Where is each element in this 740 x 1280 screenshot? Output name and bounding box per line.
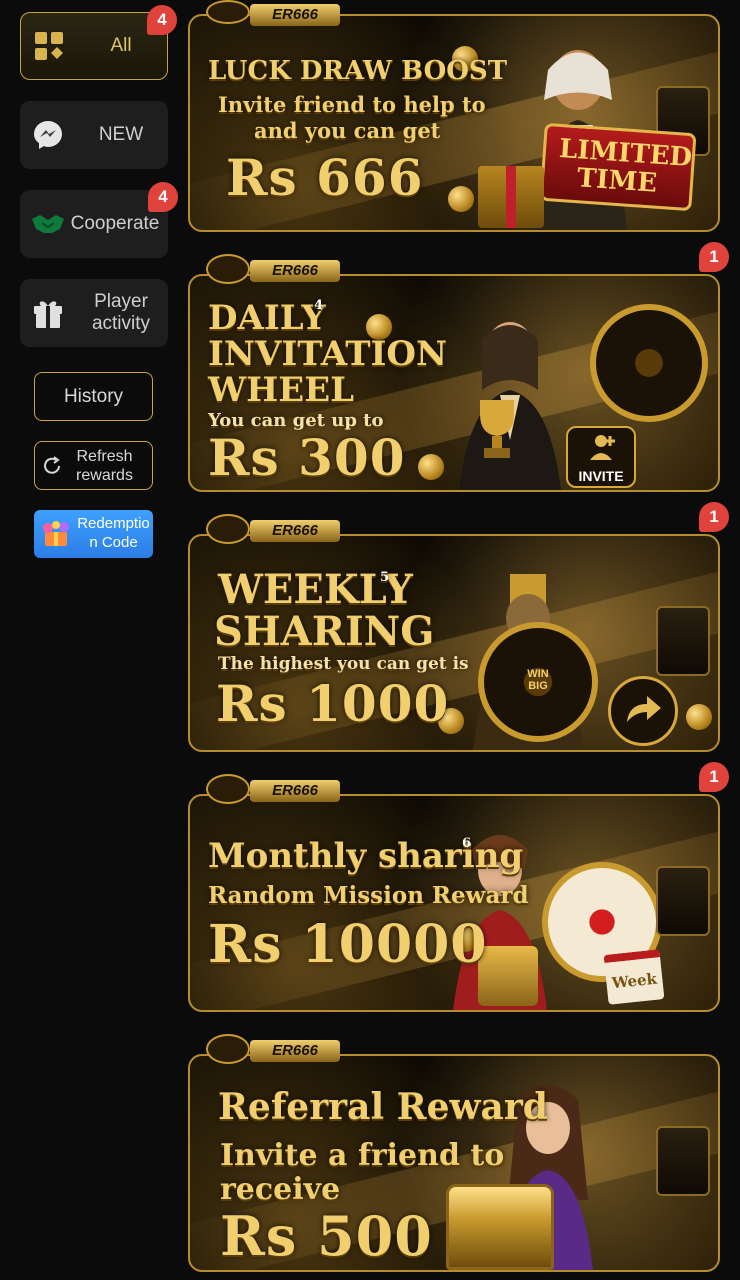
redemption-code-label: Redemption Code [77,515,150,551]
slot-machine-icon [656,866,710,936]
share-arrow-button[interactable] [608,676,678,746]
banner-monthly-sharing[interactable]: Week Monthly sharing 6 Random Mission Re… [188,794,720,1012]
banner-line: The highest you can get is [218,654,469,674]
banner-luck-draw-boost[interactable]: LIMITED TIME LUCK DRAW BOOST Invite frie… [188,14,720,232]
redemption-code-button[interactable]: Redemption Code [34,510,153,558]
banner-title: INVITATION [208,334,448,374]
banner-weekly-sharing[interactable]: WIN BIG WEEKLY 5 SHARING The highest you… [188,534,720,752]
notification-badge: 4 [148,182,178,212]
banner-badge: 1 [699,762,729,792]
coin-icon [686,704,712,730]
sidebar-item-new[interactable]: NEW [20,101,168,169]
step-number: 6 [462,836,472,851]
sidebar-item-label: All [110,35,132,56]
banner-amount: Rs 300 [208,428,406,487]
banner-line: Random Mission Reward [208,882,529,909]
er666-logo: ER666 [200,1034,350,1070]
history-button[interactable]: History [34,372,153,421]
banner-line: Invite friend to help to [218,92,486,117]
coin-icon [448,186,474,212]
gift-box-image [478,166,544,228]
sidebar-item-label: Cooperate [70,213,160,234]
sidebar-item-cooperate[interactable]: Cooperate 4 [20,182,178,258]
treasure-chest-image [446,1184,554,1270]
sidebar-item-player-activity[interactable]: Player activity [20,279,168,347]
step-number: 5 [380,570,390,585]
coin-icon [418,454,444,480]
banner-title: Monthly sharing [208,836,524,876]
slot-machine-icon [656,1126,710,1196]
notification-badge: 4 [147,5,177,35]
banner-amount: Rs 666 [226,148,424,207]
gift-box-icon [39,520,73,552]
handshake-icon [30,206,66,242]
limited-time-tag: LIMITED TIME [539,122,697,212]
banner-badge: 1 [699,242,729,272]
sidebar-item-all[interactable]: All 4 [20,5,177,80]
banner-line: and you can get [254,118,441,143]
grid-icon [31,28,67,64]
invite-button[interactable]: INVITE [566,426,636,488]
banner-amount: Rs 10000 [208,914,488,975]
banner-title: LUCK DRAW BOOST [208,56,508,86]
refresh-label: Refresh rewards [76,447,133,484]
refresh-rewards-button[interactable]: Refresh rewards [34,441,153,490]
banner-amount: Rs 500 [220,1204,433,1268]
aviator-figure-image [438,300,578,490]
er666-logo: ER666 [200,774,350,810]
slot-machine-icon [656,606,710,676]
banner-badge: 1 [699,502,729,532]
refresh-icon [41,455,63,482]
sidebar-item-label: NEW [98,124,144,145]
banner-daily-invitation-wheel[interactable]: INVITE DAILY 4 INVITATION WHEEL You can … [188,274,720,492]
prize-wheel-image: WIN BIG [478,622,598,742]
banner-amount: Rs 1000 [216,674,450,733]
er666-logo: ER666 [200,254,350,290]
banner-title: SHARING [214,608,435,655]
trophy-icon [474,396,520,460]
er666-logo: ER666 [200,514,350,550]
banner-line: Invite a friend to [220,1138,505,1173]
messenger-icon [30,117,66,153]
add-user-icon [588,432,618,467]
banner-title: Referral Reward [218,1086,548,1128]
banner-line: receive [220,1172,341,1207]
step-number: 4 [314,298,324,313]
banner-title: DAILY [208,298,326,338]
sidebar: All 4 NEW Cooperate 4 Player activity Hi… [0,0,184,1280]
er666-logo: ER666 [200,0,350,36]
history-label: History [63,385,124,407]
prize-wheel-image [590,304,708,422]
gift-icon [30,295,66,331]
banner-referral-reward[interactable]: Referral Reward Invite a friend to recei… [188,1054,720,1272]
banner-title: WHEEL [208,370,355,410]
sidebar-item-label: Player activity [91,291,151,334]
week-calendar-icon: Week [603,949,665,1005]
share-arrow-icon [623,692,663,731]
